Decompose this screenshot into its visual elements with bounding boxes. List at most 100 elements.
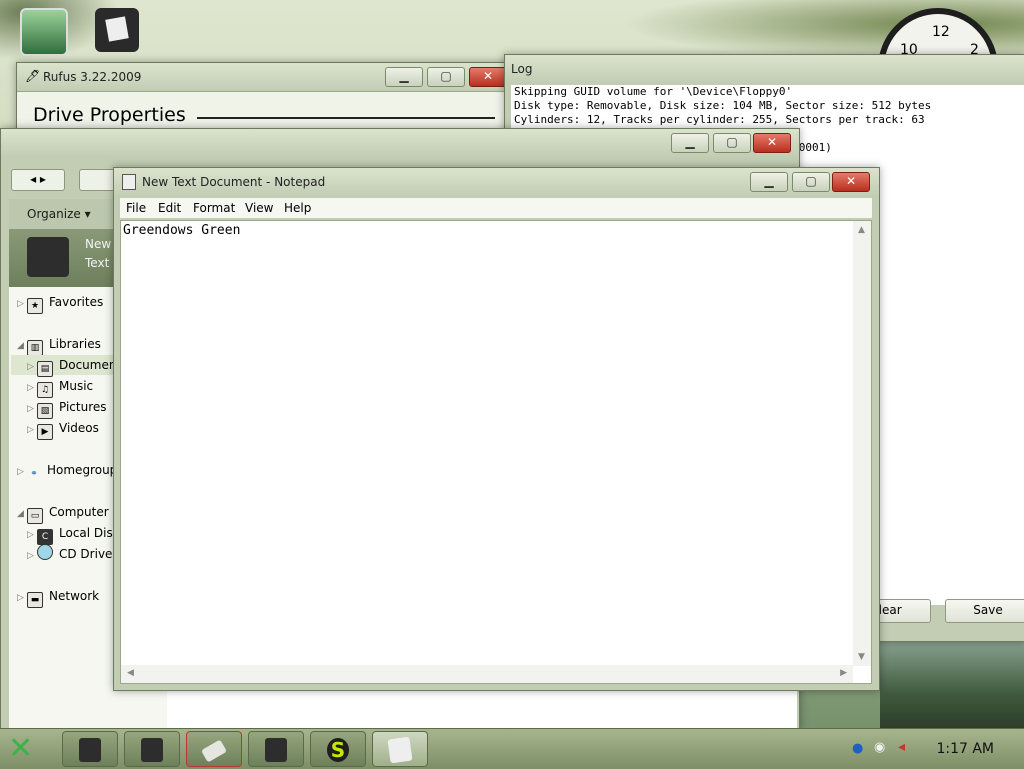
notepad-icon	[141, 738, 163, 762]
document-icon: ▤	[37, 361, 53, 377]
maximize-button[interactable]: ▢	[427, 67, 465, 87]
computer-icon: ▭	[27, 508, 43, 524]
s-logo-icon: S	[327, 738, 349, 762]
nav-label: Computer	[49, 505, 109, 519]
back-forward-button[interactable]: ◂ ▸	[11, 169, 65, 191]
scroll-down-icon[interactable]: ▼	[858, 652, 865, 662]
taskbar-button-notepad-active[interactable]	[372, 731, 428, 767]
nav-libraries[interactable]: ◢ ▥ Libraries	[17, 334, 101, 356]
library-icon: ▥	[27, 340, 43, 356]
nav-network[interactable]: ▷ ▬ Network	[17, 586, 100, 608]
nav-cd-drive[interactable]: ▷ CD Drive (	[27, 544, 121, 564]
notepad-titlebar[interactable]: New Text Document - Notepad ▁ ▢ ✕	[114, 168, 879, 196]
usb-drive-icon	[200, 739, 228, 763]
scroll-left-icon[interactable]: ◀	[127, 668, 134, 678]
taskbar-button-notepad[interactable]	[62, 731, 118, 767]
rufus-title: Rufus 3.22.2009	[43, 70, 142, 84]
desktop-wallpaper-scene	[880, 640, 1024, 730]
usb-drive-icon: 🖊	[25, 69, 41, 83]
nav-label: Favorites	[49, 295, 104, 309]
text-editor[interactable]: Greendows Green ▲ ▼ ◀ ▶	[120, 220, 872, 684]
rufus-titlebar[interactable]: 🖊 Rufus 3.22.2009 ▁ ▢ ✕	[17, 63, 511, 91]
scroll-up-icon[interactable]: ▲	[858, 225, 865, 235]
bluetooth-icon[interactable]: ●	[852, 741, 863, 756]
network-tray-icon[interactable]: ◉	[874, 740, 885, 755]
notepad-icon	[105, 16, 129, 42]
nav-label: Pictures	[59, 400, 107, 414]
clock-number: 12	[932, 24, 950, 40]
notepad-icon	[387, 736, 413, 764]
nav-videos[interactable]: ▷ ▶ Videos	[27, 418, 99, 440]
nav-label: Network	[49, 589, 100, 603]
nav-label: Libraries	[49, 337, 101, 351]
taskbar-button-app-s[interactable]: S	[310, 731, 366, 767]
volume-muted-icon[interactable]: ◂	[898, 739, 905, 755]
maximize-button[interactable]: ▢	[713, 133, 751, 153]
notepad-title: New Text Document - Notepad	[142, 175, 326, 189]
taskbar-button-usb[interactable]	[186, 731, 242, 767]
nav-label: Videos	[59, 421, 99, 435]
minimize-button[interactable]: ▁	[671, 133, 709, 153]
taskbar-button-explorer[interactable]	[248, 731, 304, 767]
log-titlebar[interactable]: Log	[505, 55, 1024, 83]
nav-homegroup[interactable]: ▷ ⚭ Homegroup	[17, 460, 117, 480]
log-line: Skipping GUID volume for '\Device\Floppy…	[514, 85, 793, 98]
nav-computer[interactable]: ◢ ▭ Computer	[17, 502, 109, 524]
notepad-icon	[79, 738, 101, 762]
taskbar: ✕ S ● ◉ ◂ 1:17 AM	[0, 728, 1024, 769]
log-line: Disk type: Removable, Disk size: 104 MB,…	[514, 99, 932, 112]
menu-format[interactable]: Format	[193, 201, 235, 215]
notepad-window: New Text Document - Notepad ▁ ▢ ✕ File E…	[113, 167, 880, 691]
start-button[interactable]: ✕	[8, 733, 44, 765]
menu-help[interactable]: Help	[284, 201, 311, 215]
horizontal-scrollbar[interactable]: ◀ ▶	[121, 665, 853, 683]
save-button[interactable]: Save	[945, 599, 1024, 623]
notepad-icon	[122, 174, 136, 190]
disk-icon: C	[37, 529, 53, 545]
nav-label: Local Disk	[59, 526, 120, 540]
music-icon: ♫	[37, 382, 53, 398]
notepad-desktop-icon[interactable]	[95, 8, 139, 52]
nav-local-disk[interactable]: ▷ C Local Disk	[27, 523, 120, 545]
tray-clock[interactable]: 1:17 AM	[936, 741, 994, 757]
menu-file[interactable]: File	[126, 201, 146, 215]
nav-music[interactable]: ▷ ♫ Music	[27, 376, 94, 398]
log-title: Log	[511, 62, 533, 76]
close-button[interactable]: ✕	[832, 172, 870, 192]
computer-desktop-icon[interactable]	[20, 8, 68, 56]
nav-pictures[interactable]: ▷ ▧ Pictures	[27, 397, 107, 419]
minimize-button[interactable]: ▁	[750, 172, 788, 192]
drive-properties-heading: Drive Properties	[33, 104, 186, 126]
organize-button[interactable]: Organize ▾	[9, 199, 114, 229]
vertical-scrollbar[interactable]: ▲ ▼	[853, 221, 871, 666]
menu-bar: File Edit Format View Help	[120, 198, 872, 218]
nav-label: Homegroup	[47, 463, 118, 477]
menu-view[interactable]: View	[245, 201, 273, 215]
minimize-button[interactable]: ▁	[385, 67, 423, 87]
pictures-icon: ▧	[37, 403, 53, 419]
homegroup-icon: ⚭	[30, 469, 38, 479]
video-icon: ▶	[37, 424, 53, 440]
nav-label: CD Drive (	[59, 547, 121, 561]
close-button[interactable]: ✕	[753, 133, 791, 153]
maximize-button[interactable]: ▢	[792, 172, 830, 192]
nav-label: Documen	[59, 358, 117, 372]
selected-item-type: Text I	[85, 256, 117, 270]
section-divider	[197, 117, 495, 119]
nav-favorites[interactable]: ▷ ★ Favorites	[17, 292, 104, 314]
editor-content: Greendows Green	[123, 223, 241, 238]
selected-item-name: New	[85, 237, 112, 251]
cd-icon	[37, 544, 53, 560]
close-button[interactable]: ✕	[469, 67, 507, 87]
nav-label: Music	[59, 379, 94, 393]
explorer-icon	[265, 738, 287, 762]
log-line: Cylinders: 12, Tracks per cylinder: 255,…	[514, 113, 925, 126]
scroll-right-icon[interactable]: ▶	[840, 668, 847, 678]
notepad-icon	[27, 237, 69, 277]
network-icon: ▬	[27, 592, 43, 608]
menu-edit[interactable]: Edit	[158, 201, 181, 215]
taskbar-button-notepad[interactable]	[124, 731, 180, 767]
explorer-titlebar[interactable]: ▁ ▢ ✕	[1, 129, 799, 157]
address-bar[interactable]	[79, 169, 115, 191]
star-icon: ★	[27, 298, 43, 314]
